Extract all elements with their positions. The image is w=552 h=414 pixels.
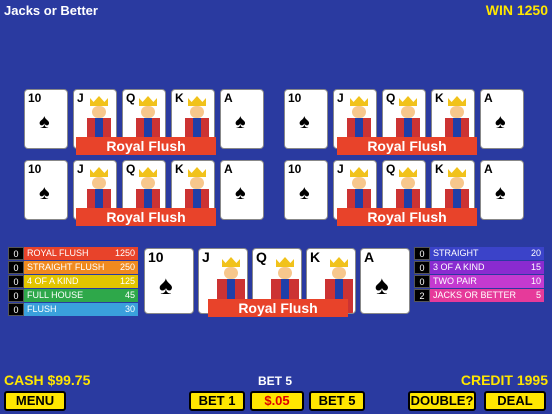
playing-card: 10 ♠: [284, 160, 328, 220]
playing-card: A ♠: [480, 89, 524, 149]
denomination-button[interactable]: $.05: [250, 391, 304, 411]
paytable-row: 2 JACKS OR BETTER 5: [414, 289, 544, 302]
hand-payout: 1250: [114, 248, 135, 258]
royal-flush-banner: Royal Flush: [337, 137, 477, 155]
hand-name: 4 OF A KIND: [27, 276, 79, 286]
paytable-row: 03 OF A KIND 15: [414, 261, 544, 274]
paytable-row: 0 TWO PAIR 10: [414, 275, 544, 288]
card-rank: A: [484, 91, 493, 105]
paytable-right: 0 STRAIGHT 20 0 3 OF A KIND 15 0 TWO PAIR 10 2 JAC…: [414, 247, 544, 303]
royal-flush-banner: Royal Flush: [76, 137, 216, 155]
spade-icon: ♠: [39, 182, 50, 204]
spade-icon: ♠: [375, 270, 389, 300]
hand-name: STRAIGHT: [433, 248, 479, 258]
hand-count: 0: [8, 303, 24, 316]
hand-payout: 20: [530, 248, 541, 258]
playing-card: 10 ♠: [284, 89, 328, 149]
hand-count: 0: [414, 275, 430, 288]
playing-card: A ♠: [480, 160, 524, 220]
card-rank: Q: [256, 249, 267, 265]
paytable-row: 0 FLUSH 30: [8, 303, 138, 316]
spade-icon: ♠: [39, 111, 50, 133]
spade-icon: ♠: [495, 182, 506, 204]
hand-payout: 250: [119, 262, 135, 272]
playing-card: 10 ♠: [24, 89, 68, 149]
hand-name: ROYAL FLUSH: [27, 248, 89, 258]
spade-icon: ♠: [235, 111, 246, 133]
bet-one-button[interactable]: BET 1: [189, 391, 245, 411]
hand-name: JACKS OR BETTER: [433, 290, 517, 300]
card-rank: J: [77, 162, 84, 176]
bet-display: BET 5: [258, 374, 293, 388]
playing-card[interactable]: A ♠: [360, 248, 410, 314]
hand-name: FLUSH: [27, 304, 57, 314]
hand-count: 2: [414, 289, 430, 302]
spade-icon: ♠: [299, 182, 310, 204]
menu-button[interactable]: MENU: [4, 391, 66, 411]
cash-display: CASH $99.75: [4, 372, 91, 388]
card-rank: J: [202, 249, 210, 265]
spade-icon: ♠: [159, 270, 173, 300]
playing-card: A ♠: [220, 89, 264, 149]
card-rank: 10: [288, 162, 302, 176]
hand-payout: 10: [530, 276, 541, 286]
card-rank: A: [224, 91, 233, 105]
hand-count: 0: [8, 289, 24, 302]
paytable-row: 0 STRAIGHT FLUSH 250: [8, 261, 138, 274]
paytable-row: 0 ROYAL FLUSH 1250: [8, 247, 138, 260]
hand-name: FULL HOUSE: [27, 290, 84, 300]
credit-display: CREDIT 1995: [460, 372, 548, 388]
card-rank: A: [484, 162, 493, 176]
paytable-row: 04 OF A KIND 125: [8, 275, 138, 288]
spade-icon: ♠: [299, 111, 310, 133]
card-rank: J: [337, 162, 344, 176]
game-title: Jacks or Better: [4, 3, 98, 18]
spade-icon: ♠: [235, 182, 246, 204]
royal-flush-banner: Royal Flush: [337, 208, 477, 226]
card-rank: 10: [148, 249, 164, 265]
hand-count: 0: [8, 247, 24, 260]
playing-card[interactable]: 10 ♠: [144, 248, 194, 314]
hand-payout: 5: [535, 290, 541, 300]
card-rank: A: [224, 162, 233, 176]
hand-name: STRAIGHT FLUSH: [27, 262, 105, 272]
hand-count: 0: [414, 261, 430, 274]
spade-icon: ♠: [495, 111, 506, 133]
paytable-row: 0 STRAIGHT 20: [414, 247, 544, 260]
card-rank: J: [337, 91, 344, 105]
hand-count: 0: [8, 261, 24, 274]
top-bar: Jacks or Better WIN 1250: [0, 0, 552, 22]
royal-flush-banner: Royal Flush: [208, 299, 348, 317]
hand-payout: 45: [124, 290, 135, 300]
hand-payout: 125: [119, 276, 135, 286]
double-button[interactable]: DOUBLE?: [408, 391, 476, 411]
card-rank: A: [364, 249, 375, 265]
hand-payout: 15: [530, 262, 541, 272]
hand-count: 0: [8, 275, 24, 288]
card-rank: 10: [28, 91, 42, 105]
hand-payout: 30: [124, 304, 135, 314]
hand-count: 0: [414, 247, 430, 260]
playing-card: 10 ♠: [24, 160, 68, 220]
playing-card: A ♠: [220, 160, 264, 220]
deal-button[interactable]: DEAL: [484, 391, 546, 411]
royal-flush-banner: Royal Flush: [76, 208, 216, 226]
card-rank: K: [310, 249, 321, 265]
hand-name: TWO PAIR: [433, 276, 477, 286]
card-rank: 10: [288, 91, 302, 105]
bet-five-button[interactable]: BET 5: [309, 391, 365, 411]
hand-name: 3 OF A KIND: [433, 262, 485, 272]
paytable-row: 0 FULL HOUSE 45: [8, 289, 138, 302]
paytable-left: 0 ROYAL FLUSH 1250 0 STRAIGHT FLUSH 250 0 4 OF …: [8, 247, 138, 317]
card-rank: 10: [28, 162, 42, 176]
card-rank: J: [77, 91, 84, 105]
win-amount: WIN 1250: [485, 2, 548, 18]
